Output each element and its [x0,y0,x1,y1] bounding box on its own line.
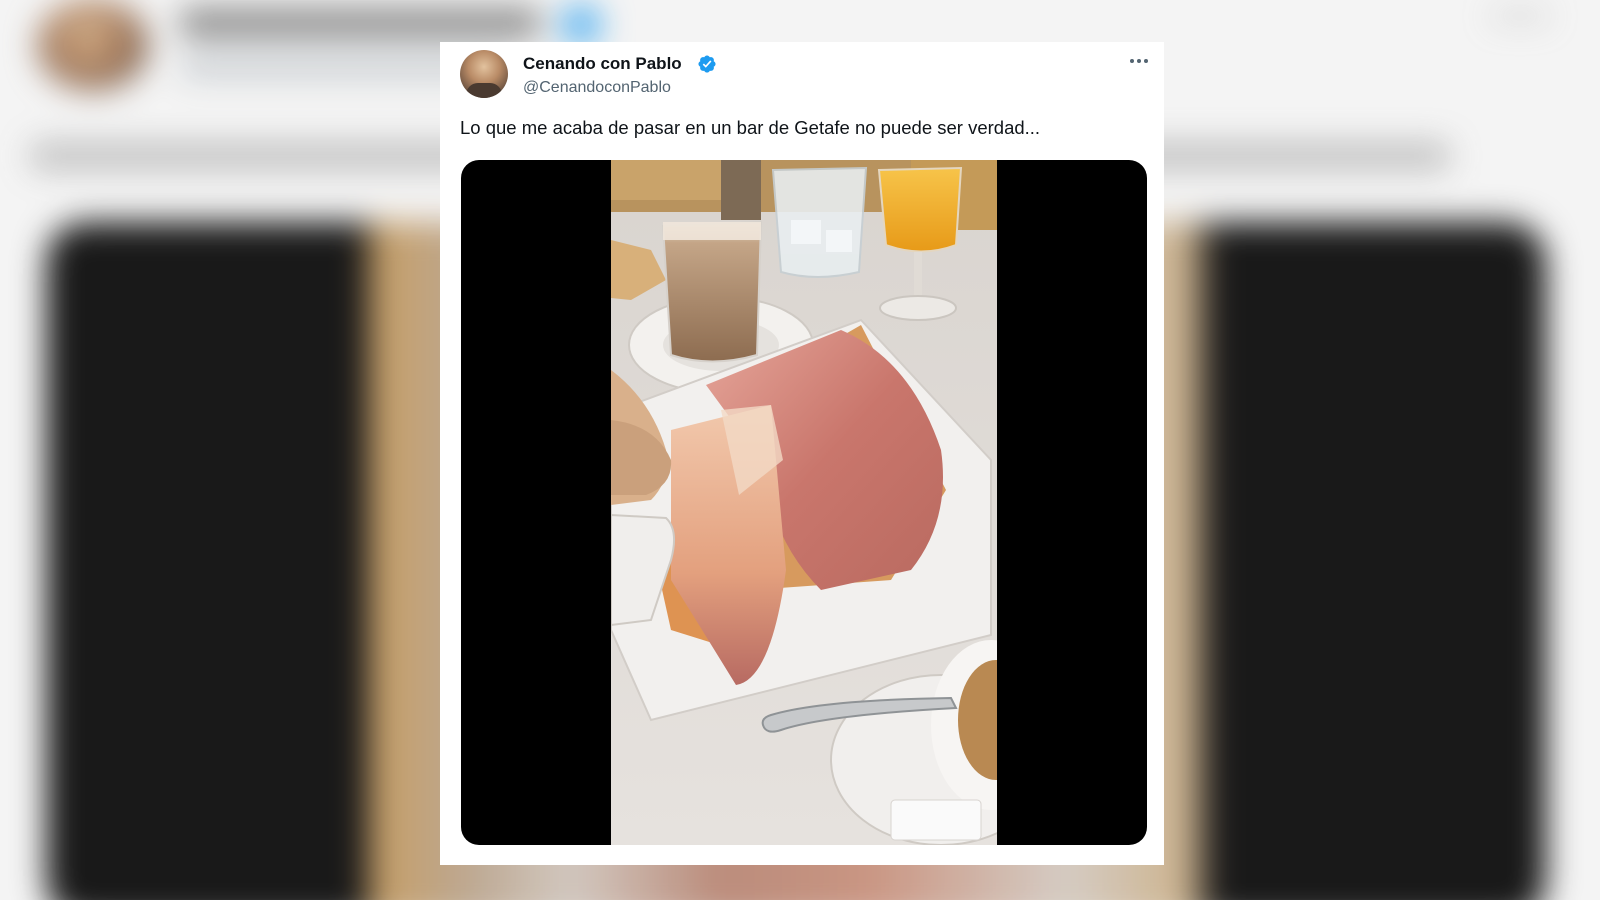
tweet-video[interactable] [461,160,1147,845]
tweet-card: Cenando con Pablo @CenandoconPablo Lo qu… [440,42,1164,865]
verified-badge-icon [698,55,716,73]
breakfast-photo [611,160,997,845]
tweet-text: Lo que me acaba de pasar en un bar de Ge… [460,117,1041,138]
author-handle[interactable]: @CenandoconPablo [523,79,671,97]
avatar[interactable] [460,50,508,98]
more-options-button[interactable] [1122,48,1156,74]
author-display-name[interactable]: Cenando con Pablo [523,54,682,74]
more-options-icon [1130,59,1134,63]
